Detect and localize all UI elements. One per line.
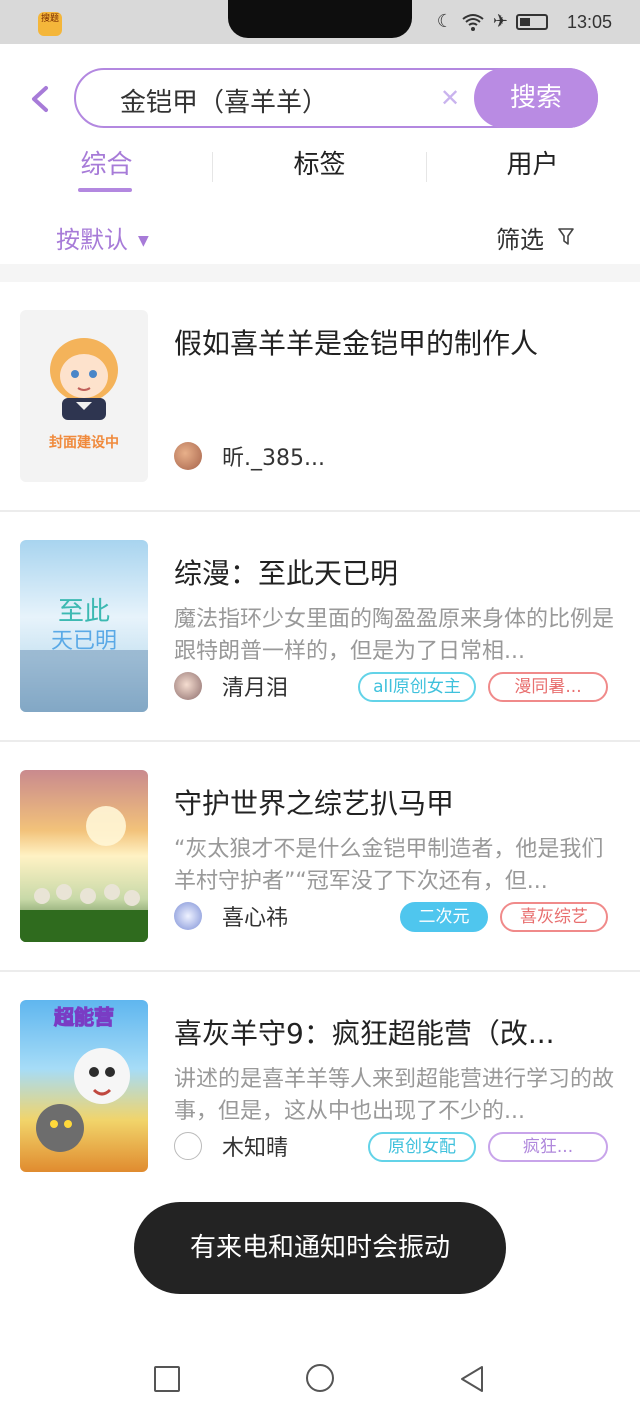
caret-down-icon: ▼ xyxy=(138,233,149,249)
tag-chip[interactable]: 喜灰综艺 xyxy=(500,902,608,932)
tab-comprehensive[interactable]: 综合 xyxy=(0,144,213,181)
status-bar: 搜题 ☾ ✈ 13:05 xyxy=(0,0,640,44)
app-notification-icon: 搜题 xyxy=(38,12,62,36)
list-item[interactable]: 至此 天已明 综漫：至此天已明 魔法指环少女里面的陶盈盈原来身体的比例是跟特朗普… xyxy=(0,512,640,742)
back-arrow-icon[interactable] xyxy=(26,82,54,116)
book-cover[interactable] xyxy=(20,770,148,942)
battery-icon xyxy=(516,14,548,30)
tag-chip[interactable]: 原创女配 xyxy=(368,1132,476,1162)
tag-chip[interactable]: all原创女主 xyxy=(358,672,476,702)
author-name[interactable]: 木知晴 xyxy=(222,1130,288,1162)
cover-art xyxy=(20,806,148,942)
active-tab-indicator xyxy=(78,188,132,192)
search-button[interactable]: 搜索 xyxy=(474,68,598,128)
author-name[interactable]: 清月泪 xyxy=(222,670,288,702)
cover-art: 至此 天已明 xyxy=(20,597,148,712)
book-title[interactable]: 守护世界之综艺扒马甲 xyxy=(174,782,614,822)
section-gap xyxy=(0,264,640,282)
wifi-icon xyxy=(462,14,484,31)
author-name[interactable]: 喜心祎 xyxy=(222,900,288,932)
book-description: “灰太狼才不是什么金铠甲制造者，他是我们羊村守护者”“冠军没了下次还有，但... xyxy=(174,837,604,894)
search-header: 金铠甲（喜羊羊） ✕ 搜索 综合 标签 用户 按默认 ▼ 筛选 xyxy=(0,44,640,270)
author-row: 昕._385... xyxy=(174,440,614,474)
camera-notch xyxy=(228,0,412,38)
cover-art: 超能营 xyxy=(36,1005,130,1152)
book-title[interactable]: 假如喜羊羊是金铠甲的制作人 xyxy=(174,322,614,362)
book-description: 讲述的是喜羊羊等人来到超能营进行学习的故事，但是，这从中也出现了不少的... xyxy=(174,1067,614,1124)
book-cover[interactable] xyxy=(20,310,148,482)
system-toast: 有来电和通知时会振动 xyxy=(134,1202,506,1294)
system-nav-bar xyxy=(0,1340,640,1422)
tab-users[interactable]: 用户 xyxy=(426,144,639,181)
svg-text:超能营: 超能营 xyxy=(53,1005,114,1029)
moon-icon: ☾ xyxy=(436,11,453,32)
result-list: 封面建设中 假如喜羊羊是金铠甲的制作人 昕._385... 至此 天已明 综漫：… xyxy=(0,282,640,1202)
search-input[interactable]: 金铠甲（喜羊羊） ✕ 搜索 xyxy=(74,68,598,128)
result-tabs: 综合 标签 用户 xyxy=(0,140,640,200)
list-item[interactable]: 封面建设中 假如喜羊羊是金铠甲的制作人 昕._385... xyxy=(0,282,640,512)
airplane-icon: ✈ xyxy=(492,11,508,32)
avatar[interactable] xyxy=(174,902,202,930)
recent-apps-icon[interactable] xyxy=(154,1366,180,1392)
svg-text:至此: 至此 xyxy=(58,597,110,627)
tab-tags[interactable]: 标签 xyxy=(213,144,426,181)
list-item[interactable]: 守护世界之综艺扒马甲 “灰太狼才不是什么金铠甲制造者，他是我们羊村守护者”“冠军… xyxy=(0,742,640,972)
avatar[interactable] xyxy=(174,1132,202,1160)
author-row: 喜心祎 二次元 喜灰综艺 xyxy=(174,900,614,934)
home-icon[interactable] xyxy=(306,1364,334,1392)
book-title[interactable]: 综漫：至此天已明 xyxy=(174,552,614,592)
author-row: 清月泪 all原创女主 漫同暑... xyxy=(174,670,614,704)
filter-funnel-icon[interactable] xyxy=(558,227,574,247)
book-cover[interactable]: 超能营 xyxy=(20,1000,148,1172)
svg-text:天已明: 天已明 xyxy=(51,629,117,654)
avatar[interactable] xyxy=(174,672,202,700)
sort-label: 按默认 xyxy=(56,226,128,254)
clock: 13:05 xyxy=(566,12,612,32)
author-name[interactable]: 昕._385... xyxy=(222,440,325,472)
placeholder-mascot-icon xyxy=(50,338,118,420)
status-icons: ☾ ✈ xyxy=(437,10,548,34)
nav-back-icon[interactable] xyxy=(458,1364,486,1394)
book-cover[interactable]: 至此 天已明 xyxy=(20,540,148,712)
tag-chip[interactable]: 疯狂... xyxy=(488,1132,608,1162)
cover-placeholder-label: 封面建设中 xyxy=(49,435,119,451)
filter-label: 筛选 xyxy=(496,226,544,254)
tag-chip[interactable]: 漫同暑... xyxy=(488,672,608,702)
sort-dropdown[interactable]: 按默认 ▼ xyxy=(56,220,149,255)
tag-chip[interactable]: 二次元 xyxy=(400,902,488,932)
clear-icon[interactable]: ✕ xyxy=(440,84,460,112)
avatar[interactable] xyxy=(174,442,202,470)
filter-button[interactable]: 筛选 xyxy=(496,220,544,255)
book-description: 魔法指环少女里面的陶盈盈原来身体的比例是跟特朗普一样的，但是为了日常相... xyxy=(174,607,614,664)
search-query-text[interactable]: 金铠甲（喜羊羊） xyxy=(120,82,328,119)
book-title[interactable]: 喜灰羊守9：疯狂超能营（改... xyxy=(174,1012,614,1052)
list-item[interactable]: 超能营 喜灰羊守9：疯狂超能营（改... 讲述的是喜羊羊等人来到超能营进行学习的… xyxy=(0,972,640,1202)
author-row: 木知晴 原创女配 疯狂... xyxy=(174,1130,614,1164)
